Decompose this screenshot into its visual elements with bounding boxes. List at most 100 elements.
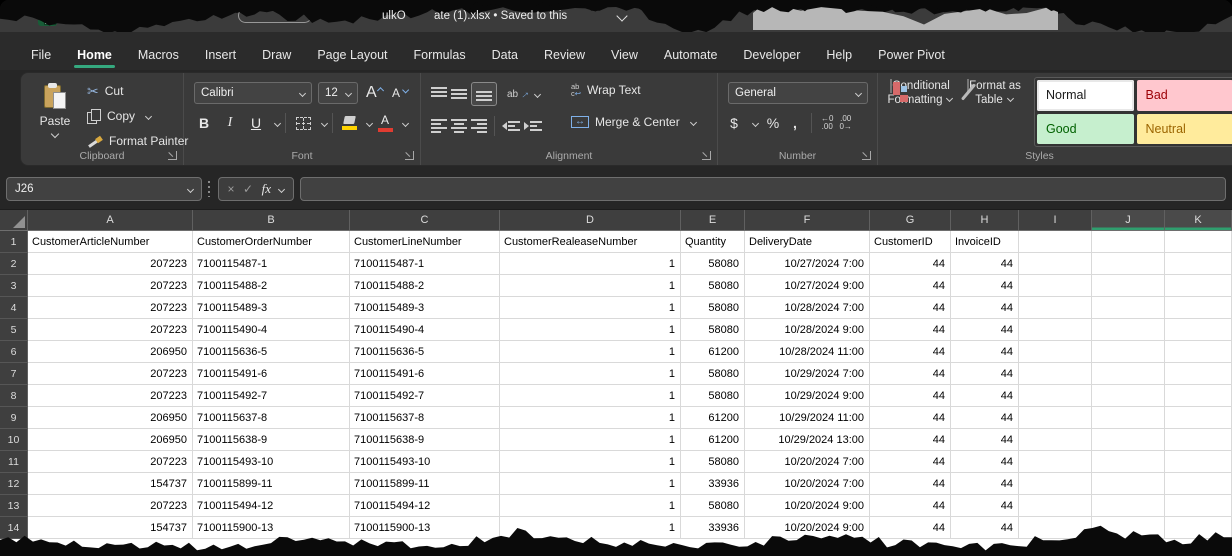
cell-G3[interactable]: 44: [870, 275, 951, 297]
bold-button[interactable]: B: [192, 111, 216, 135]
cell-J8[interactable]: [1092, 385, 1165, 407]
enter-icon[interactable]: ✓: [243, 182, 253, 196]
cell-D12[interactable]: 1: [500, 473, 681, 495]
chevron-down-icon[interactable]: [402, 119, 409, 126]
tab-automate[interactable]: Automate: [651, 40, 731, 70]
column-header-G[interactable]: G: [870, 210, 951, 230]
increase-indent-button[interactable]: [524, 119, 542, 133]
decrease-decimal-button[interactable]: .00 0→: [839, 115, 851, 131]
paste-button[interactable]: Paste: [31, 81, 79, 151]
cell-A11[interactable]: 207223: [28, 451, 193, 473]
cell-F6[interactable]: 10/28/2024 11:00: [745, 341, 870, 363]
row-header-13[interactable]: 13: [0, 495, 28, 517]
dialog-launcher-icon[interactable]: [168, 151, 177, 160]
cell-G2[interactable]: 44: [870, 253, 951, 275]
row-header-4[interactable]: 4: [0, 297, 28, 319]
format-as-table-button[interactable]: Format as Table: [958, 79, 1030, 107]
cell-G7[interactable]: 44: [870, 363, 951, 385]
cell-B8[interactable]: 7100115492-7: [193, 385, 350, 407]
cell-C5[interactable]: 7100115490-4: [350, 319, 500, 341]
tab-formulas[interactable]: Formulas: [401, 40, 479, 70]
cell-H7[interactable]: 44: [951, 363, 1019, 385]
cell-H5[interactable]: 44: [951, 319, 1019, 341]
tab-insert[interactable]: Insert: [192, 40, 249, 70]
cell-I8[interactable]: [1019, 385, 1092, 407]
decrease-font-button[interactable]: A: [392, 82, 406, 104]
cell-E2[interactable]: 58080: [681, 253, 745, 275]
cell-D9[interactable]: 1: [500, 407, 681, 429]
cell-D4[interactable]: 1: [500, 297, 681, 319]
cell-G5[interactable]: 44: [870, 319, 951, 341]
tab-home[interactable]: Home: [64, 40, 125, 70]
column-header-E[interactable]: E: [681, 210, 745, 230]
tab-file[interactable]: File: [18, 40, 64, 70]
fill-color-button[interactable]: [338, 111, 360, 135]
cell-I6[interactable]: [1019, 341, 1092, 363]
tab-macros[interactable]: Macros: [125, 40, 192, 70]
cell-F12[interactable]: 10/20/2024 7:00: [745, 473, 870, 495]
cell-I3[interactable]: [1019, 275, 1092, 297]
font-name-combo[interactable]: Calibri: [194, 82, 312, 104]
comma-format-button[interactable]: ,: [788, 111, 802, 135]
row-header-10[interactable]: 10: [0, 429, 28, 451]
cell-F1[interactable]: DeliveryDate: [745, 231, 870, 253]
bottom-align-button[interactable]: [471, 82, 497, 106]
chevron-down-icon[interactable]: [752, 119, 759, 126]
cell-B14[interactable]: 7100115900-13: [193, 517, 350, 539]
cell-F5[interactable]: 10/28/2024 9:00: [745, 319, 870, 341]
cell-K13[interactable]: [1165, 495, 1232, 517]
cell-F8[interactable]: 10/29/2024 9:00: [745, 385, 870, 407]
cell-C4[interactable]: 7100115489-3: [350, 297, 500, 319]
borders-button[interactable]: [291, 111, 315, 135]
cell-G6[interactable]: 44: [870, 341, 951, 363]
cell-B5[interactable]: 7100115490-4: [193, 319, 350, 341]
percent-format-button[interactable]: %: [764, 111, 782, 135]
cell-H14[interactable]: 44: [951, 517, 1019, 539]
formula-input[interactable]: [300, 177, 1226, 201]
cell-C12[interactable]: 7100115899-11: [350, 473, 500, 495]
select-all-corner[interactable]: [0, 210, 28, 230]
cell-H10[interactable]: 44: [951, 429, 1019, 451]
cell-I9[interactable]: [1019, 407, 1092, 429]
cell-D13[interactable]: 1: [500, 495, 681, 517]
cell-H13[interactable]: 44: [951, 495, 1019, 517]
cell-K7[interactable]: [1165, 363, 1232, 385]
cell-B1[interactable]: CustomerOrderNumber: [193, 231, 350, 253]
cell-E3[interactable]: 58080: [681, 275, 745, 297]
cell-B10[interactable]: 7100115638-9: [193, 429, 350, 451]
cell-J2[interactable]: [1092, 253, 1165, 275]
cell-I4[interactable]: [1019, 297, 1092, 319]
format-painter-button[interactable]: Format Painter: [87, 131, 188, 151]
chevron-down-icon[interactable]: [274, 119, 281, 126]
cancel-icon[interactable]: ×: [228, 182, 235, 196]
column-header-J[interactable]: J: [1092, 210, 1165, 230]
cell-J1[interactable]: [1092, 231, 1165, 253]
row-header-11[interactable]: 11: [0, 451, 28, 473]
cell-C1[interactable]: CustomerLineNumber: [350, 231, 500, 253]
middle-align-button[interactable]: [451, 87, 467, 101]
style-chip-bad[interactable]: Bad: [1137, 80, 1232, 111]
column-header-D[interactable]: D: [500, 210, 681, 230]
row-header-8[interactable]: 8: [0, 385, 28, 407]
cell-B13[interactable]: 7100115494-12: [193, 495, 350, 517]
cell-C6[interactable]: 7100115636-5: [350, 341, 500, 363]
tab-developer[interactable]: Developer: [730, 40, 813, 70]
cell-H9[interactable]: 44: [951, 407, 1019, 429]
cell-D5[interactable]: 1: [500, 319, 681, 341]
cell-C11[interactable]: 7100115493-10: [350, 451, 500, 473]
cell-J12[interactable]: [1092, 473, 1165, 495]
cell-I14[interactable]: [1019, 517, 1092, 539]
cell-G12[interactable]: 44: [870, 473, 951, 495]
cell-J6[interactable]: [1092, 341, 1165, 363]
cell-D14[interactable]: 1: [500, 517, 681, 539]
cell-H8[interactable]: 44: [951, 385, 1019, 407]
cell-J7[interactable]: [1092, 363, 1165, 385]
cell-A10[interactable]: 206950: [28, 429, 193, 451]
top-align-button[interactable]: [431, 87, 447, 101]
cell-B2[interactable]: 7100115487-1: [193, 253, 350, 275]
row-header-9[interactable]: 9: [0, 407, 28, 429]
cell-H11[interactable]: 44: [951, 451, 1019, 473]
cell-D10[interactable]: 1: [500, 429, 681, 451]
cell-K2[interactable]: [1165, 253, 1232, 275]
row-header-12[interactable]: 12: [0, 473, 28, 495]
